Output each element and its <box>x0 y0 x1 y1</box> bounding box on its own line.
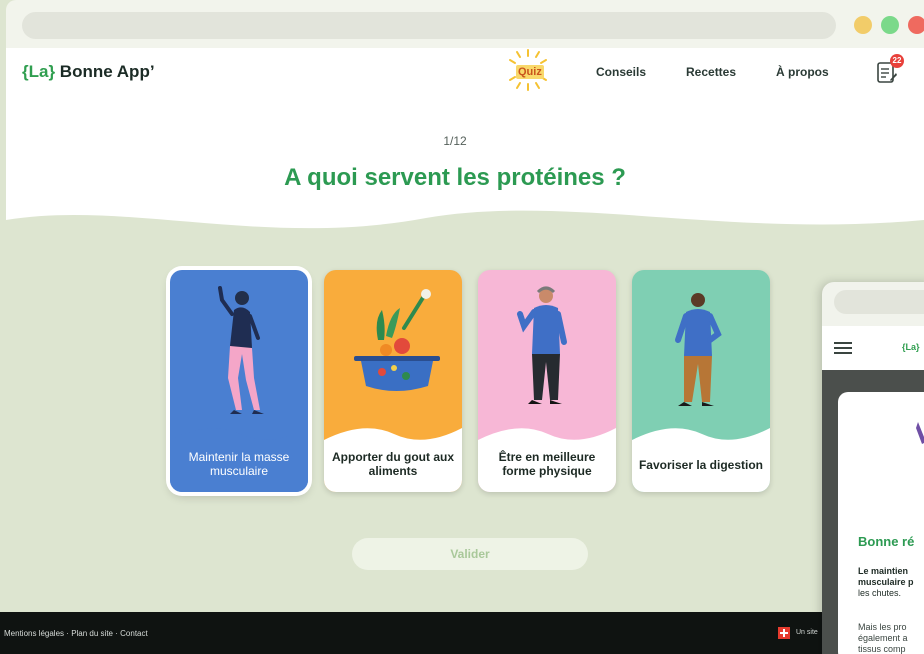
minimize-window-button[interactable] <box>854 16 872 34</box>
mobile-illustration <box>916 422 924 444</box>
mobile-text-line-5: également a <box>858 633 908 643</box>
footer-separator: · <box>115 629 118 638</box>
answer-card-4[interactable]: Favoriser la digestion <box>632 270 770 492</box>
mobile-text-line-2: musculaire p <box>858 577 914 587</box>
mobile-logo[interactable]: {La} <box>902 342 920 352</box>
answer-card-1[interactable]: Maintenir la masse musculaire <box>170 270 308 492</box>
card-wave <box>324 428 462 492</box>
mobile-text-line-3: les chutes. <box>858 588 902 598</box>
top-navbar: {La} Bonne App’ Quiz Conseils Recettes À… <box>6 48 924 96</box>
card-wave <box>478 428 616 492</box>
mobile-header: {La} <box>822 326 924 370</box>
logo-bracket: {La} <box>22 62 56 81</box>
mobile-answer-text-2: Mais les pro également a tissus comp <box>858 622 924 654</box>
browser-toolbar <box>6 0 924 48</box>
footer-link-mentions[interactable]: Mentions légales <box>4 629 64 638</box>
swiss-flag-icon <box>778 627 790 639</box>
mobile-answer-text: Le maintien musculaire p les chutes. <box>858 566 924 599</box>
mobile-address-bar[interactable] <box>834 290 924 314</box>
nav-quiz[interactable]: Quiz <box>506 48 550 92</box>
footer-links: Mentions légales · Plan du site · Contac… <box>4 629 148 638</box>
answer-card-3[interactable]: Être en meilleure forme physique <box>478 270 616 492</box>
card-wave <box>170 428 308 492</box>
footer-separator: · <box>66 629 69 638</box>
address-bar[interactable] <box>22 12 836 39</box>
footer-link-contact[interactable]: Contact <box>120 629 148 638</box>
answer-label-1: Maintenir la masse musculaire <box>188 450 290 478</box>
mobile-text-line-4: Mais les pro <box>858 622 907 632</box>
nav-conseils[interactable]: Conseils <box>596 65 646 79</box>
hamburger-menu-icon[interactable] <box>834 342 852 354</box>
app-logo[interactable]: {La} Bonne App’ <box>22 62 155 82</box>
question-counter: 1/12 <box>443 134 467 148</box>
validate-button[interactable]: Valider <box>352 538 588 570</box>
question-title: A quoi servent les protéines ? <box>284 164 626 191</box>
page: {La} Bonne App’ Quiz Conseils Recettes À… <box>6 48 924 612</box>
footer-link-plan[interactable]: Plan du site <box>71 629 113 638</box>
mobile-answer-title: Bonne ré <box>858 534 915 549</box>
card-wave <box>632 428 770 492</box>
answer-label-2: Apporter du gout aux aliments <box>332 450 454 478</box>
answer-label-4: Favoriser la digestion <box>638 458 764 472</box>
notification-badge: 22 <box>890 54 904 68</box>
footer-site-credit: Un site <box>796 629 818 636</box>
mobile-text-line-6: tissus comp <box>858 644 906 654</box>
maximize-window-button[interactable] <box>881 16 899 34</box>
answer-label-3: Être en meilleure forme physique <box>498 450 596 478</box>
nav-recettes[interactable]: Recettes <box>686 65 736 79</box>
mobile-text-line-1: Le maintien <box>858 566 909 576</box>
mobile-answer-card <box>838 392 924 654</box>
footer: Mentions légales · Plan du site · Contac… <box>0 612 924 654</box>
answer-card-2[interactable]: Apporter du gout aux aliments <box>324 270 462 492</box>
nav-quiz-label: Quiz <box>516 65 544 79</box>
close-window-button[interactable] <box>908 16 924 34</box>
nav-a-propos[interactable]: À propos <box>776 65 829 79</box>
logo-text: Bonne App’ <box>55 62 155 81</box>
